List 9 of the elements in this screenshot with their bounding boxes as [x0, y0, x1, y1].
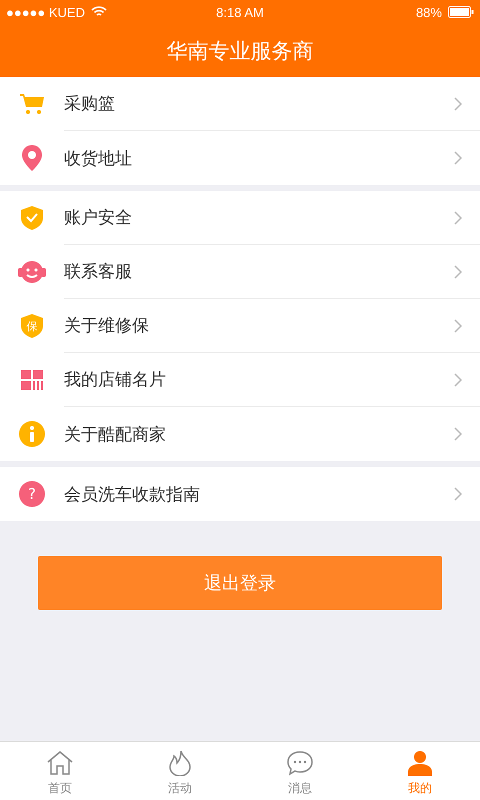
help-icon: ?: [19, 481, 45, 507]
shield-icon: 保: [21, 314, 43, 338]
battery-text: 88%: [416, 4, 442, 20]
carrier-text: ●●●●● KUED: [6, 4, 85, 20]
menu-item[interactable]: ? 会员洗车收款指南: [0, 467, 480, 521]
menu-item[interactable]: 收货地址: [0, 131, 480, 185]
page-title: 华南专业服务商: [166, 38, 314, 64]
menu-item[interactable]: 关于酷配商家: [0, 407, 480, 461]
clock-text: 8:18 AM: [216, 4, 264, 20]
